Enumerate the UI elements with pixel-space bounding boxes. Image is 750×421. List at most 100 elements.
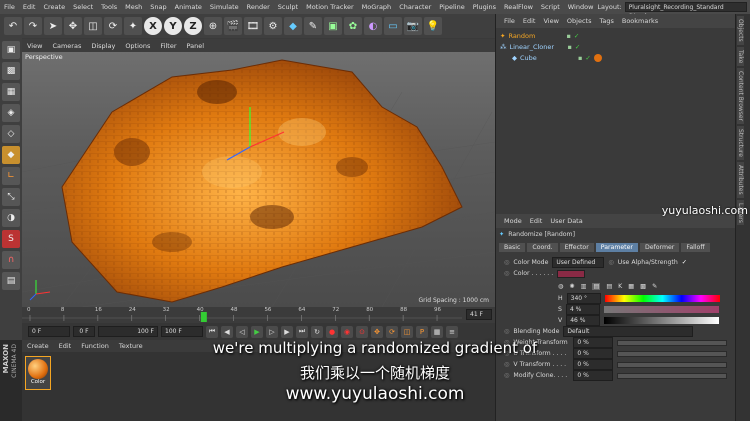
timeline[interactable]: 41 F 0 8 16 24 32 40 48 56 64 72 80 88 96 bbox=[22, 307, 495, 323]
menu-mesh[interactable]: Mesh bbox=[121, 3, 146, 11]
previous-key-icon[interactable]: ◀ bbox=[221, 325, 233, 338]
color-wheel-icon[interactable]: ◍ bbox=[558, 283, 563, 290]
next-frame-icon[interactable]: ▷ bbox=[266, 325, 278, 338]
rgb-sliders-icon[interactable]: ▤ bbox=[592, 282, 601, 290]
magnet-icon[interactable]: ∩ bbox=[2, 251, 20, 269]
light-icon[interactable]: 💡 bbox=[424, 17, 442, 35]
array-icon[interactable]: ✿ bbox=[344, 17, 362, 35]
points-mode-icon[interactable]: ◈ bbox=[2, 104, 20, 122]
record-active-icon[interactable]: ● bbox=[326, 325, 338, 338]
saturation-field[interactable]: 4 % bbox=[565, 304, 600, 315]
tweak-mode-icon[interactable]: ⤡ bbox=[2, 188, 20, 206]
object-row[interactable]: ✦ Random ▪ ✓ bbox=[496, 30, 735, 41]
tab-coord[interactable]: Coord. bbox=[527, 243, 558, 252]
eyedropper-icon[interactable]: ✎ bbox=[652, 283, 657, 290]
render-picture-viewer-icon[interactable]: 🎞 bbox=[244, 17, 262, 35]
color-mode-select[interactable]: User Defined bbox=[552, 257, 605, 268]
saturation-slider[interactable] bbox=[603, 306, 719, 313]
key-param-icon[interactable]: P bbox=[416, 325, 428, 338]
enabled-check-icon[interactable]: ✓ bbox=[585, 54, 590, 62]
camera-icon[interactable]: 📷 bbox=[404, 17, 422, 35]
model-mode-icon[interactable]: ▣ bbox=[2, 41, 20, 59]
menu-edit[interactable]: Edit bbox=[19, 3, 40, 11]
render-view-icon[interactable]: 🎬 bbox=[224, 17, 242, 35]
enabled-check-icon[interactable]: ✓ bbox=[575, 43, 580, 51]
blending-mode-select[interactable]: Default bbox=[563, 326, 694, 337]
polygons-mode-icon[interactable]: ◆ bbox=[2, 146, 20, 164]
autokey-icon[interactable]: ◉ bbox=[341, 325, 353, 338]
z-axis-lock-button[interactable]: Z bbox=[184, 17, 202, 35]
snap-icon[interactable]: S bbox=[2, 230, 20, 248]
pen-spline-icon[interactable]: ✎ bbox=[304, 17, 322, 35]
viewport-menu-cameras[interactable]: Cameras bbox=[47, 42, 86, 50]
recent-tool-icon[interactable]: ✦ bbox=[124, 17, 142, 35]
playhead[interactable] bbox=[200, 312, 207, 322]
object-menu-objects[interactable]: Objects bbox=[563, 17, 596, 25]
menu-pipeline[interactable]: Pipeline bbox=[435, 3, 468, 11]
menu-animate[interactable]: Animate bbox=[171, 3, 206, 11]
key-rotation-icon[interactable]: ⟳ bbox=[386, 325, 398, 338]
menu-snap[interactable]: Snap bbox=[146, 3, 170, 11]
object-name[interactable]: Cube bbox=[520, 54, 575, 62]
use-alpha-checkbox[interactable]: ✓ bbox=[682, 259, 687, 266]
y-axis-lock-button[interactable]: Y bbox=[164, 17, 182, 35]
key-scale-icon[interactable]: ◫ bbox=[401, 325, 413, 338]
viewport-menu-options[interactable]: Options bbox=[120, 42, 155, 50]
object-menu-tags[interactable]: Tags bbox=[595, 17, 617, 25]
attribute-menu-mode[interactable]: Mode bbox=[500, 217, 526, 225]
menu-render[interactable]: Render bbox=[243, 3, 274, 11]
viewport-solo-icon[interactable]: ◑ bbox=[2, 209, 20, 227]
viewport[interactable]: Perspective Grid Spacing : 1000 cm bbox=[22, 52, 495, 307]
color-mixer-icon[interactable]: ▦ bbox=[628, 283, 634, 290]
object-row[interactable]: ◆ Cube ▪ ✓ bbox=[496, 52, 735, 63]
go-to-start-icon[interactable]: ⏮ bbox=[206, 325, 218, 338]
side-tab-attributes[interactable]: Attributes bbox=[737, 162, 744, 198]
hsv-sliders-icon[interactable]: ▤ bbox=[606, 283, 612, 290]
color-spectrum-icon[interactable]: ✺ bbox=[569, 283, 574, 290]
move-icon[interactable]: ✥ bbox=[64, 17, 82, 35]
color-swatch[interactable] bbox=[557, 269, 586, 278]
loop-icon[interactable]: ↻ bbox=[311, 325, 323, 338]
viewport-menu-view[interactable]: View bbox=[22, 42, 47, 50]
redo-icon[interactable]: ↷ bbox=[24, 17, 42, 35]
coordinate-system-icon[interactable]: ⊕ bbox=[204, 17, 222, 35]
menu-motion-tracker[interactable]: Motion Tracker bbox=[302, 3, 358, 11]
object-menu-file[interactable]: File bbox=[500, 17, 519, 25]
menu-window[interactable]: Window bbox=[564, 3, 598, 11]
floor-icon[interactable]: ▭ bbox=[384, 17, 402, 35]
object-menu-edit[interactable]: Edit bbox=[519, 17, 540, 25]
object-name[interactable]: Linear_Cloner bbox=[510, 43, 565, 51]
previous-frame-icon[interactable]: ◁ bbox=[236, 325, 248, 338]
menu-plugins[interactable]: Plugins bbox=[469, 3, 500, 11]
tab-parameter[interactable]: Parameter bbox=[595, 243, 638, 252]
lock-workplane-icon[interactable]: ▤ bbox=[2, 272, 20, 290]
tab-effector[interactable]: Effector bbox=[559, 243, 594, 252]
menu-character[interactable]: Character bbox=[395, 3, 435, 11]
enabled-check-icon[interactable]: ✓ bbox=[574, 32, 579, 40]
menu-tools[interactable]: Tools bbox=[97, 3, 121, 11]
object-menu-bookmarks[interactable]: Bookmarks bbox=[618, 17, 662, 25]
side-tab-structure[interactable]: Structure bbox=[737, 126, 744, 160]
keyframe-selection-icon[interactable]: ⊙ bbox=[356, 325, 368, 338]
play-icon[interactable]: ▶ bbox=[251, 325, 263, 338]
animate-dot-icon[interactable]: ◎ bbox=[504, 328, 509, 335]
x-axis-lock-button[interactable]: X bbox=[144, 17, 162, 35]
object-row[interactable]: ⁂ Linear_Cloner ▪ ✓ bbox=[496, 41, 735, 52]
scale-icon[interactable]: ◫ bbox=[84, 17, 102, 35]
swatches-icon[interactable]: ▩ bbox=[640, 283, 646, 290]
side-tab-content-browser[interactable]: Content Browser bbox=[737, 67, 744, 125]
object-menu-view[interactable]: View bbox=[539, 17, 562, 25]
visibility-toggle-icon[interactable]: ▪ bbox=[566, 32, 570, 40]
edges-mode-icon[interactable]: ◇ bbox=[2, 125, 20, 143]
layout-selector[interactable]: Layout: Pluralsight_Recording_Standard (… bbox=[597, 2, 750, 20]
viewport-menu-panel[interactable]: Panel bbox=[182, 42, 210, 50]
texture-mode-icon[interactable]: ▩ bbox=[2, 62, 20, 80]
deformer-icon[interactable]: ◐ bbox=[364, 17, 382, 35]
animate-dot-icon[interactable]: ◎ bbox=[608, 259, 613, 266]
value-slider[interactable] bbox=[604, 317, 720, 324]
visibility-toggle-icon[interactable]: ▪ bbox=[568, 43, 572, 51]
axis-mode-icon[interactable]: ∟ bbox=[2, 167, 20, 185]
visibility-toggle-icon[interactable]: ▪ bbox=[578, 54, 582, 62]
render-settings-icon[interactable]: ⚙ bbox=[264, 17, 282, 35]
attribute-menu-user-data[interactable]: User Data bbox=[546, 217, 586, 225]
